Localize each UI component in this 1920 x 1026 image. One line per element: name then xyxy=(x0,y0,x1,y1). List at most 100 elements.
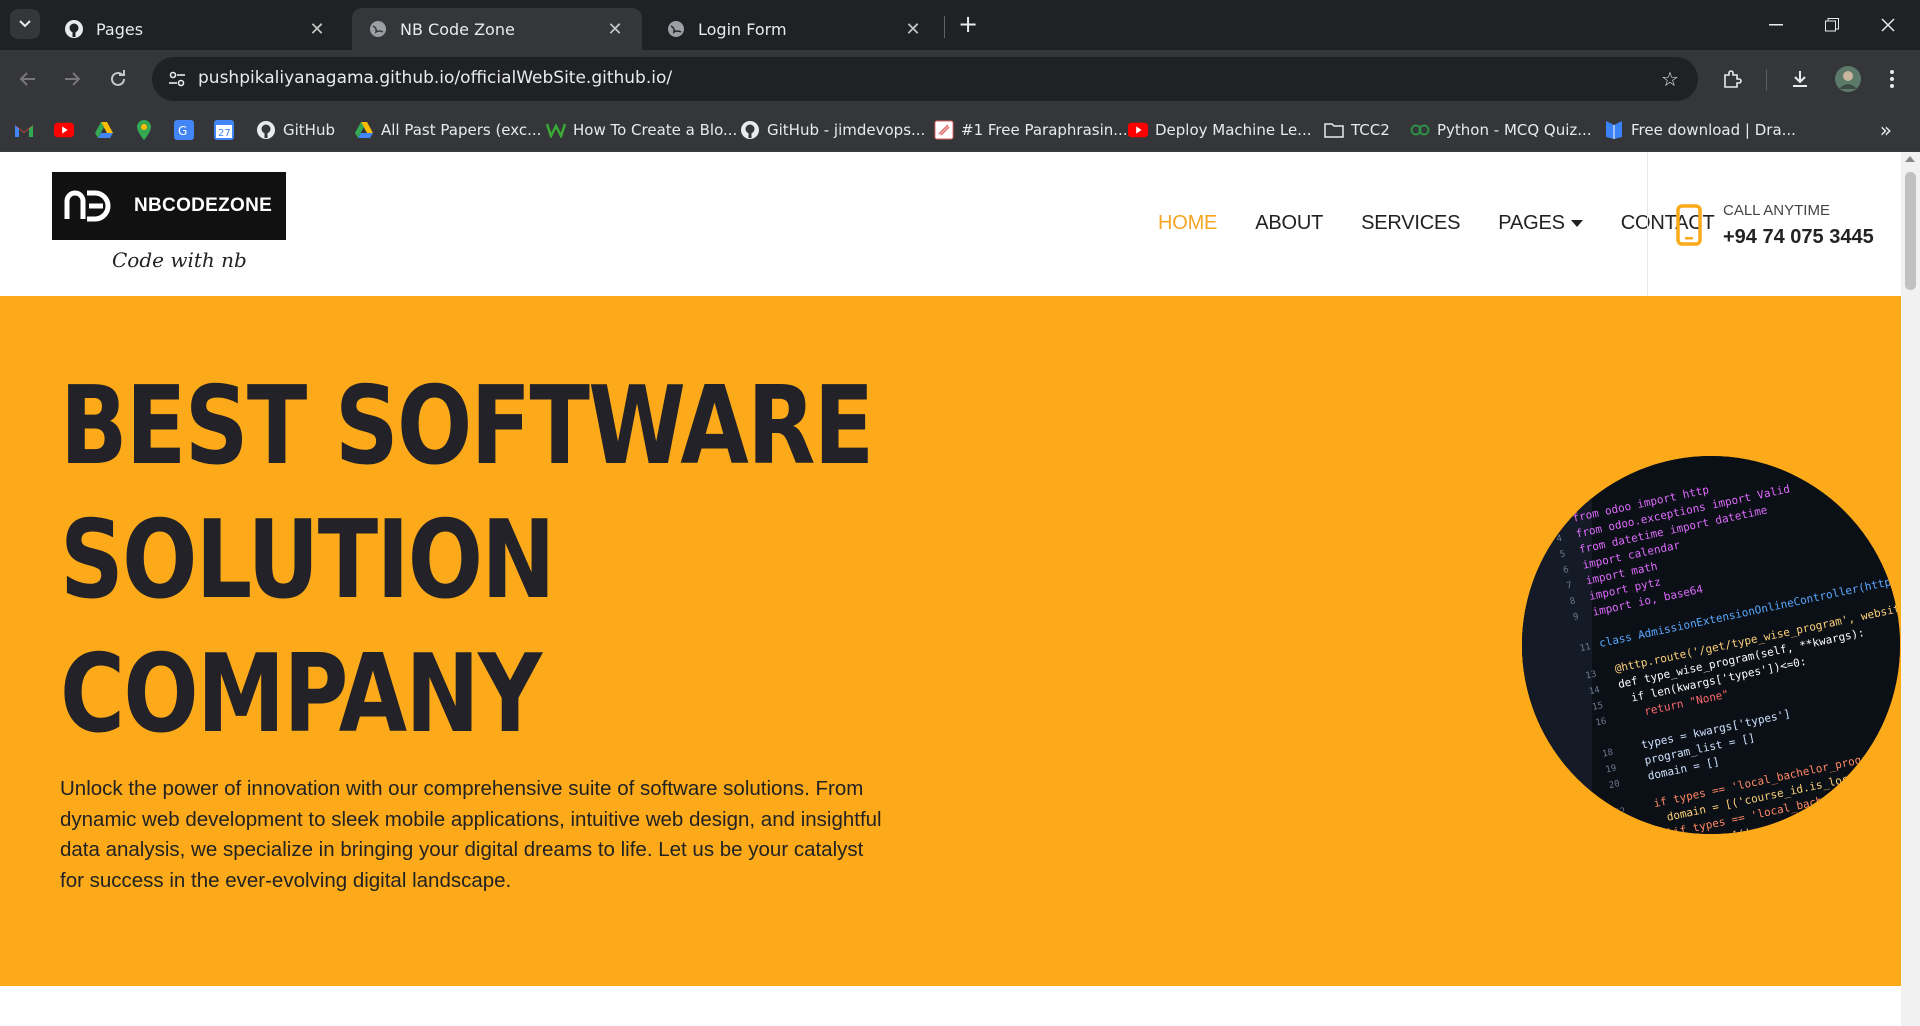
main-nav: HOME ABOUT SERVICES PAGES CONTACT xyxy=(1158,212,1753,235)
page-viewport: NBCODEZONE Code with nb HOME ABOUT SERVI… xyxy=(0,152,1920,1026)
reload-button[interactable] xyxy=(102,63,134,95)
bookmark-deploy-ml[interactable]: Deploy Machine Le... xyxy=(1128,118,1311,142)
bookmark-label: GitHub xyxy=(283,121,335,139)
puzzle-icon xyxy=(1724,70,1742,88)
address-bar[interactable]: pushpikaliyanagama.github.io/officialWeb… xyxy=(152,57,1698,101)
hero-title-line: COMPANY xyxy=(60,632,542,757)
close-icon xyxy=(1881,18,1895,32)
calendar-day: 27 xyxy=(218,128,231,139)
bookmarks-bar: G 27 GitHub All Past Papers (exc... How … xyxy=(0,108,1920,152)
hero-section: BEST SOFTWARE SOLUTION COMPANY Unlock th… xyxy=(0,296,1901,986)
tab-title: Login Form xyxy=(698,19,787,39)
bookmark-github[interactable]: GitHub xyxy=(256,118,335,142)
bookmark-label: Deploy Machine Le... xyxy=(1155,121,1312,139)
close-window-button[interactable] xyxy=(1866,6,1910,44)
bookmark-drive[interactable] xyxy=(94,118,121,142)
url-text: pushpikaliyanagama.github.io/officialWeb… xyxy=(198,68,672,88)
bookmark-gmail[interactable] xyxy=(14,118,41,142)
call-number[interactable]: +94 74 075 3445 xyxy=(1723,226,1874,249)
tab-nb-code-zone[interactable]: NB Code Zone ✕ xyxy=(352,8,642,50)
nav-pages-label: PAGES xyxy=(1498,212,1565,234)
back-button[interactable] xyxy=(12,63,44,95)
github-icon xyxy=(740,120,760,140)
bookmarks-overflow-icon[interactable]: » xyxy=(1880,118,1892,142)
site-logo[interactable]: NBCODEZONE xyxy=(52,172,286,240)
nav-services[interactable]: SERVICES xyxy=(1361,212,1460,235)
youtube-icon xyxy=(54,120,74,140)
site-info-icon[interactable] xyxy=(162,64,192,94)
bookmark-calendar[interactable]: 27 xyxy=(214,118,241,142)
tab-search-button[interactable] xyxy=(10,9,40,39)
scroll-up-arrow-icon[interactable] xyxy=(1905,156,1915,162)
bookmark-label: All Past Papers (exc... xyxy=(381,121,542,139)
bookmark-drawio[interactable]: Free download | Dra... xyxy=(1604,118,1796,142)
close-icon[interactable]: ✕ xyxy=(902,18,924,40)
drive-icon xyxy=(94,120,114,140)
new-tab-button[interactable]: + xyxy=(954,10,982,38)
gfg-icon xyxy=(1410,120,1430,140)
menu-button[interactable] xyxy=(1876,63,1908,95)
tab-bar: Pages ✕ NB Code Zone ✕ Login Form ✕ + xyxy=(0,0,1920,50)
tab-login-form[interactable]: Login Form ✕ xyxy=(650,8,940,50)
svg-text:G: G xyxy=(178,124,187,138)
maps-icon xyxy=(134,120,154,140)
scrollbar-thumb[interactable] xyxy=(1905,172,1916,290)
nav-home[interactable]: HOME xyxy=(1158,212,1217,235)
quill-icon xyxy=(934,120,954,140)
toolbar-separator xyxy=(1766,70,1767,90)
nav-about[interactable]: ABOUT xyxy=(1255,212,1323,235)
w-icon xyxy=(546,120,566,140)
header-divider xyxy=(1647,152,1648,296)
profile-avatar[interactable] xyxy=(1832,63,1864,95)
bookmark-paraphrasing[interactable]: #1 Free Paraphrasin... xyxy=(934,118,1128,142)
extensions-button[interactable] xyxy=(1716,63,1748,95)
bookmark-star-icon[interactable]: ☆ xyxy=(1656,65,1684,93)
browser-toolbar: pushpikaliyanagama.github.io/officialWeb… xyxy=(0,50,1920,108)
hero-title-line: BEST SOFTWARE xyxy=(60,364,874,489)
minimize-button[interactable] xyxy=(1754,6,1798,44)
arrow-left-icon xyxy=(19,72,35,86)
tab-title: Pages xyxy=(96,19,144,39)
translate-icon: G xyxy=(174,120,194,140)
forward-button[interactable] xyxy=(56,63,88,95)
bookmark-past-papers[interactable]: All Past Papers (exc... xyxy=(354,118,541,142)
downloads-button[interactable] xyxy=(1784,63,1816,95)
caret-down-icon xyxy=(1570,220,1583,227)
bookmark-label: GitHub - jimdevops... xyxy=(767,121,926,139)
hero-description: Unlock the power of innovation with our … xyxy=(60,777,882,892)
page-scrollbar[interactable] xyxy=(1901,152,1920,1026)
tab-separator xyxy=(944,16,945,38)
restore-icon xyxy=(1825,18,1839,32)
chevron-down-icon xyxy=(19,20,31,28)
code-screen-image: from odoo import http from odoo.exceptio… xyxy=(1522,456,1900,834)
phone-icon xyxy=(1676,204,1702,250)
tab-title: NB Code Zone xyxy=(400,19,515,39)
svg-text:22: 22 xyxy=(1614,807,1627,819)
download-icon xyxy=(1793,71,1807,87)
bookmark-python-mcq[interactable]: Python - MCQ Quiz... xyxy=(1410,118,1592,142)
gmail-icon xyxy=(14,120,34,140)
nav-pages[interactable]: PAGES xyxy=(1498,212,1583,235)
bookmark-create-blog[interactable]: How To Create a Blo... xyxy=(546,118,737,142)
site-header: NBCODEZONE Code with nb HOME ABOUT SERVI… xyxy=(0,152,1901,296)
close-icon[interactable]: ✕ xyxy=(604,18,626,40)
globe-icon xyxy=(368,19,388,39)
svg-text:3: 3 xyxy=(1552,518,1559,529)
bookmark-github-jimdevops[interactable]: GitHub - jimdevops... xyxy=(740,118,925,142)
youtube-icon xyxy=(1128,120,1148,140)
tab-pages[interactable]: Pages ✕ xyxy=(48,8,344,50)
hero-title: BEST SOFTWARE SOLUTION COMPANY xyxy=(60,360,874,762)
bookmark-label: #1 Free Paraphrasin... xyxy=(961,121,1128,139)
bookmark-youtube[interactable] xyxy=(54,118,81,142)
bookmark-label: TCC2 xyxy=(1351,121,1390,139)
restore-button[interactable] xyxy=(1810,6,1854,44)
bookmark-label: Free download | Dra... xyxy=(1631,121,1796,139)
bookmark-maps[interactable] xyxy=(134,118,161,142)
bookmark-folder-tcc2[interactable]: TCC2 xyxy=(1324,118,1390,142)
drive-icon xyxy=(354,120,374,140)
github-icon xyxy=(256,120,276,140)
bookmark-translate[interactable]: G xyxy=(174,118,201,142)
svg-text:23: 23 xyxy=(1617,822,1630,834)
logo-text: NBCODEZONE xyxy=(120,174,284,238)
close-icon[interactable]: ✕ xyxy=(306,18,328,40)
